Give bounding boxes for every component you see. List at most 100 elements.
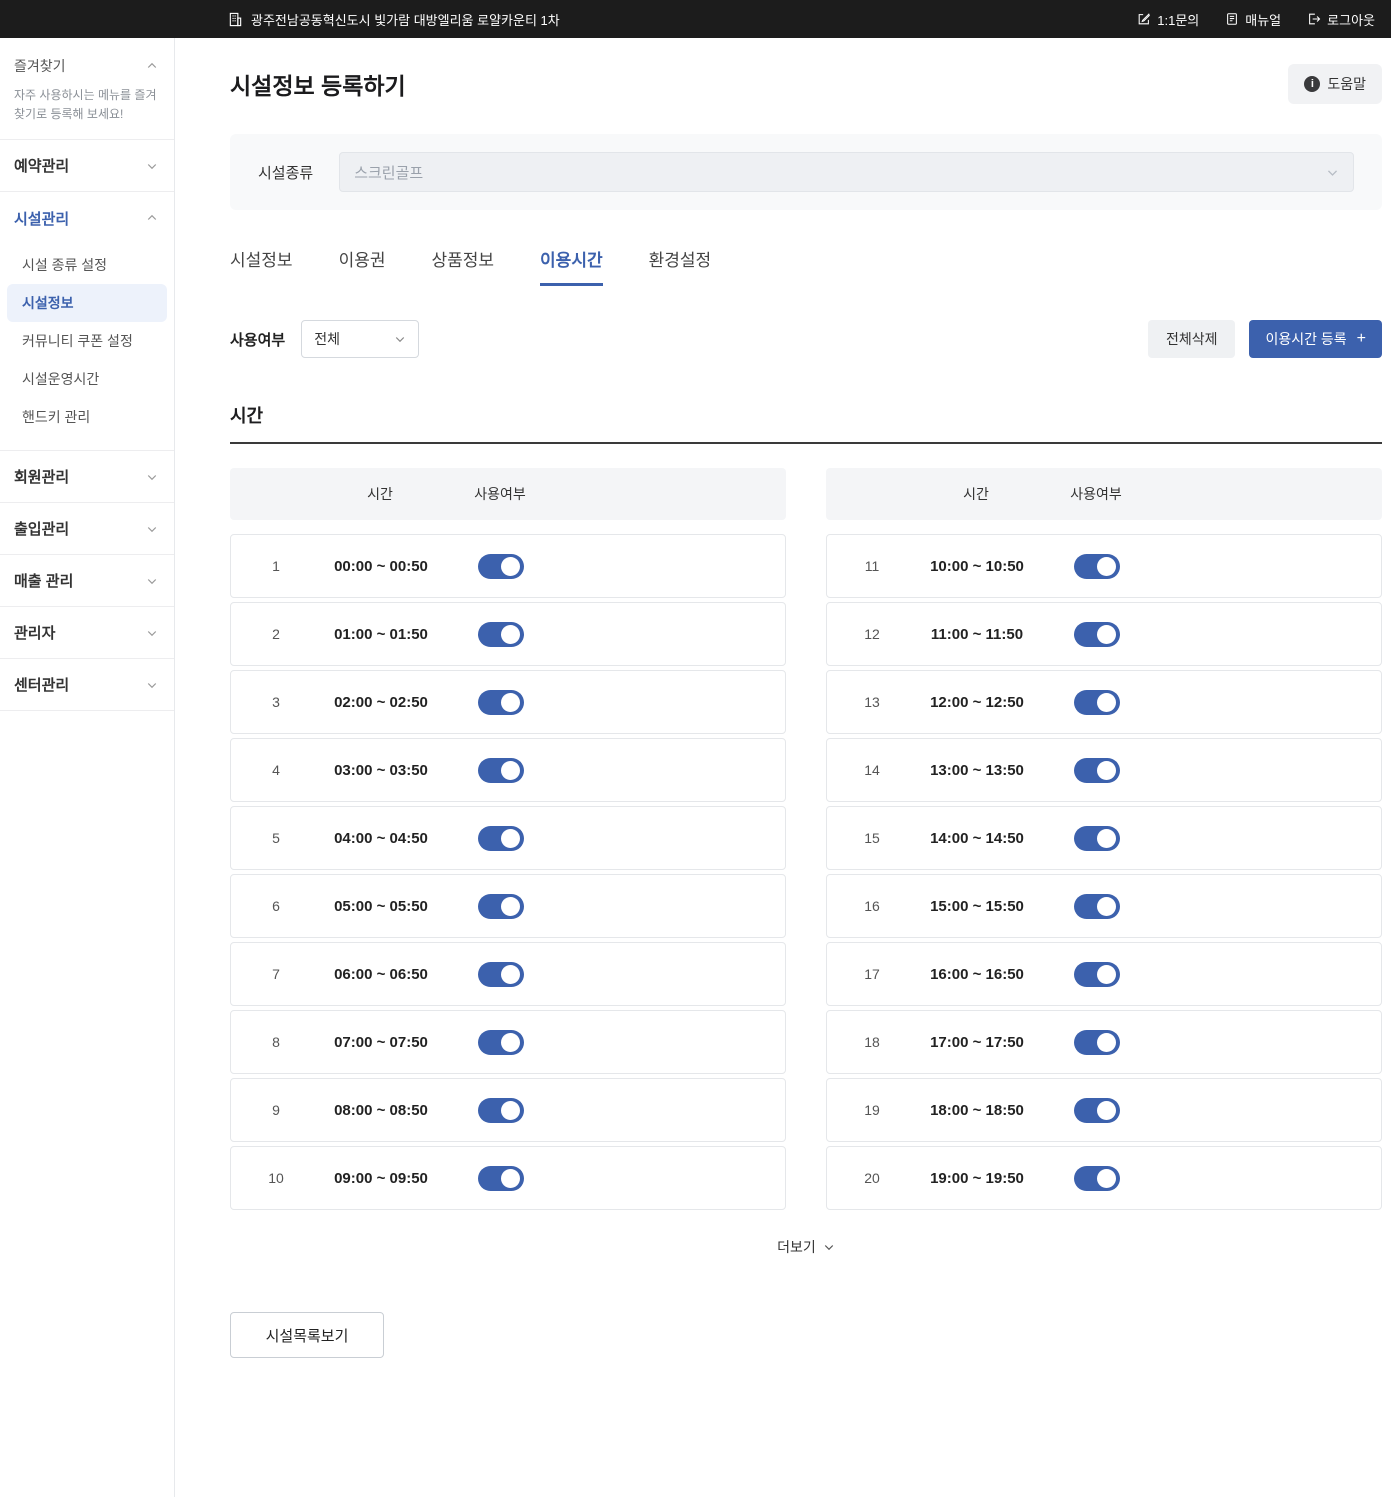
- time-row-number: 5: [231, 830, 321, 846]
- sidebar-item-operating-hours[interactable]: 시설운영시간: [7, 360, 167, 398]
- time-row-number: 14: [827, 762, 917, 778]
- chevron-down-icon: [394, 333, 406, 345]
- usage-toggle[interactable]: [1074, 758, 1120, 783]
- time-row-range: 16:00 ~ 16:50: [917, 966, 1037, 983]
- time-row-range: 06:00 ~ 06:50: [321, 966, 441, 983]
- time-row-range: 15:00 ~ 15:50: [917, 898, 1037, 915]
- time-row: 8 07:00 ~ 07:50: [230, 1010, 786, 1074]
- sidebar-item-member[interactable]: 회원관리: [0, 451, 174, 503]
- tab-settings[interactable]: 환경설정: [649, 246, 712, 286]
- time-row-number: 7: [231, 966, 321, 982]
- usage-toggle[interactable]: [1074, 826, 1120, 851]
- usage-toggle[interactable]: [478, 826, 524, 851]
- chevron-up-icon: [146, 212, 158, 224]
- usage-toggle[interactable]: [1074, 690, 1120, 715]
- logout-link[interactable]: 로그아웃: [1307, 10, 1375, 29]
- time-row-range: 04:00 ~ 04:50: [321, 830, 441, 847]
- sidebar-item-access[interactable]: 출입관리: [0, 503, 174, 555]
- manual-link[interactable]: 매뉴얼: [1225, 10, 1281, 29]
- topbar: 광주전남공동혁신도시 빛가람 대방엘리움 로얄카운티 1차 1:1문의 매뉴얼: [0, 0, 1391, 38]
- usage-toggle[interactable]: [478, 1166, 524, 1191]
- usage-filter-select[interactable]: 전체: [301, 320, 419, 358]
- time-row-number: 12: [827, 626, 917, 642]
- main-content: 시설정보 등록하기 i 도움말 시설종류 스크린골프 시설정보 이용권 상품정보…: [175, 38, 1391, 1497]
- facility-type-select[interactable]: 스크린골프: [339, 152, 1354, 192]
- toggle-knob: [501, 1169, 520, 1188]
- sidebar-item-facility-info[interactable]: 시설정보: [7, 284, 167, 322]
- usage-toggle[interactable]: [1074, 554, 1120, 579]
- usage-toggle[interactable]: [1074, 894, 1120, 919]
- time-row-range: 09:00 ~ 09:50: [321, 1170, 441, 1187]
- usage-toggle[interactable]: [1074, 1166, 1120, 1191]
- favorites-header[interactable]: 즐겨찾기: [0, 38, 174, 86]
- sidebar-item-facility-type-setting[interactable]: 시설 종류 설정: [7, 246, 167, 284]
- tab-usage-hours[interactable]: 이용시간: [540, 246, 603, 286]
- time-row-range: 17:00 ~ 17:50: [917, 1034, 1037, 1051]
- toggle-knob: [1097, 829, 1116, 848]
- sidebar-item-community-coupon[interactable]: 커뮤니티 쿠폰 설정: [7, 322, 167, 360]
- building-icon: [228, 12, 243, 27]
- time-row-range: 13:00 ~ 13:50: [917, 762, 1037, 779]
- time-row-range: 08:00 ~ 08:50: [321, 1102, 441, 1119]
- time-row-number: 13: [827, 694, 917, 710]
- time-row-range: 05:00 ~ 05:50: [321, 898, 441, 915]
- tab-product-info[interactable]: 상품정보: [431, 246, 494, 286]
- usage-toggle[interactable]: [1074, 1098, 1120, 1123]
- topbar-links: 1:1문의 매뉴얼 로그아웃: [1137, 10, 1375, 29]
- pencil-square-icon: [1137, 12, 1151, 26]
- sidebar-item-center[interactable]: 센터관리: [0, 659, 174, 711]
- usage-toggle[interactable]: [478, 1030, 524, 1055]
- toggle-knob: [501, 1033, 520, 1052]
- tab-pass[interactable]: 이용권: [339, 246, 386, 286]
- time-row-range: 19:00 ~ 19:50: [917, 1170, 1037, 1187]
- time-row-range: 14:00 ~ 14:50: [917, 830, 1037, 847]
- current-facility: 광주전남공동혁신도시 빛가람 대방엘리움 로얄카운티 1차: [228, 10, 560, 29]
- usage-toggle[interactable]: [478, 962, 524, 987]
- usage-toggle[interactable]: [1074, 622, 1120, 647]
- usage-toggle[interactable]: [478, 554, 524, 579]
- more-button[interactable]: 더보기: [771, 1236, 841, 1258]
- usage-toggle[interactable]: [478, 894, 524, 919]
- time-tables: 시간 사용여부 1 00:00 ~ 00:50: [230, 468, 1382, 1214]
- delete-all-button[interactable]: 전체삭제: [1148, 320, 1236, 358]
- table-header: 시간 사용여부: [230, 468, 786, 520]
- time-table-right: 시간 사용여부 11 10:00 ~ 10:50: [826, 468, 1382, 1214]
- usage-toggle[interactable]: [478, 622, 524, 647]
- table-header: 시간 사용여부: [826, 468, 1382, 520]
- toggle-knob: [501, 965, 520, 984]
- col-header-usage: 사용여부: [1036, 484, 1156, 504]
- toggle-knob: [1097, 693, 1116, 712]
- inquiry-link[interactable]: 1:1문의: [1137, 10, 1199, 29]
- usage-toggle[interactable]: [478, 758, 524, 783]
- toggle-knob: [501, 625, 520, 644]
- time-row: 6 05:00 ~ 05:50: [230, 874, 786, 938]
- sidebar-item-reservation[interactable]: 예약관리: [0, 140, 174, 192]
- register-time-button[interactable]: 이용시간 등록 +: [1249, 320, 1382, 358]
- sidebar: 즐겨찾기 자주 사용하시는 메뉴를 즐겨찾기로 등록해 보세요! 예약관리 시설…: [0, 38, 175, 1497]
- tab-facility-info[interactable]: 시설정보: [230, 246, 293, 286]
- time-row-range: 10:00 ~ 10:50: [917, 558, 1037, 575]
- help-button[interactable]: i 도움말: [1288, 64, 1382, 104]
- time-row-number: 4: [231, 762, 321, 778]
- sidebar-item-sales[interactable]: 매출 관리: [0, 555, 174, 607]
- time-row-number: 3: [231, 694, 321, 710]
- usage-toggle[interactable]: [1074, 1030, 1120, 1055]
- sidebar-item-admin[interactable]: 관리자: [0, 607, 174, 659]
- sidebar-item-handkey[interactable]: 핸드키 관리: [7, 398, 167, 436]
- time-row-number: 17: [827, 966, 917, 982]
- chevron-down-icon: [146, 523, 158, 535]
- facility-type-label: 시설종류: [258, 162, 313, 183]
- time-row-range: 11:00 ~ 11:50: [917, 626, 1037, 643]
- usage-toggle[interactable]: [478, 1098, 524, 1123]
- usage-toggle[interactable]: [1074, 962, 1120, 987]
- view-facility-list-button[interactable]: 시설목록보기: [230, 1312, 384, 1358]
- time-row: 3 02:00 ~ 02:50: [230, 670, 786, 734]
- info-icon: i: [1304, 76, 1320, 92]
- usage-toggle[interactable]: [478, 690, 524, 715]
- favorites-title: 즐겨찾기: [14, 56, 66, 76]
- chevron-down-icon: [146, 575, 158, 587]
- sidebar-item-facility[interactable]: 시설관리: [0, 192, 174, 244]
- chevron-down-icon: [823, 1241, 835, 1253]
- toggle-knob: [1097, 557, 1116, 576]
- time-row-number: 16: [827, 898, 917, 914]
